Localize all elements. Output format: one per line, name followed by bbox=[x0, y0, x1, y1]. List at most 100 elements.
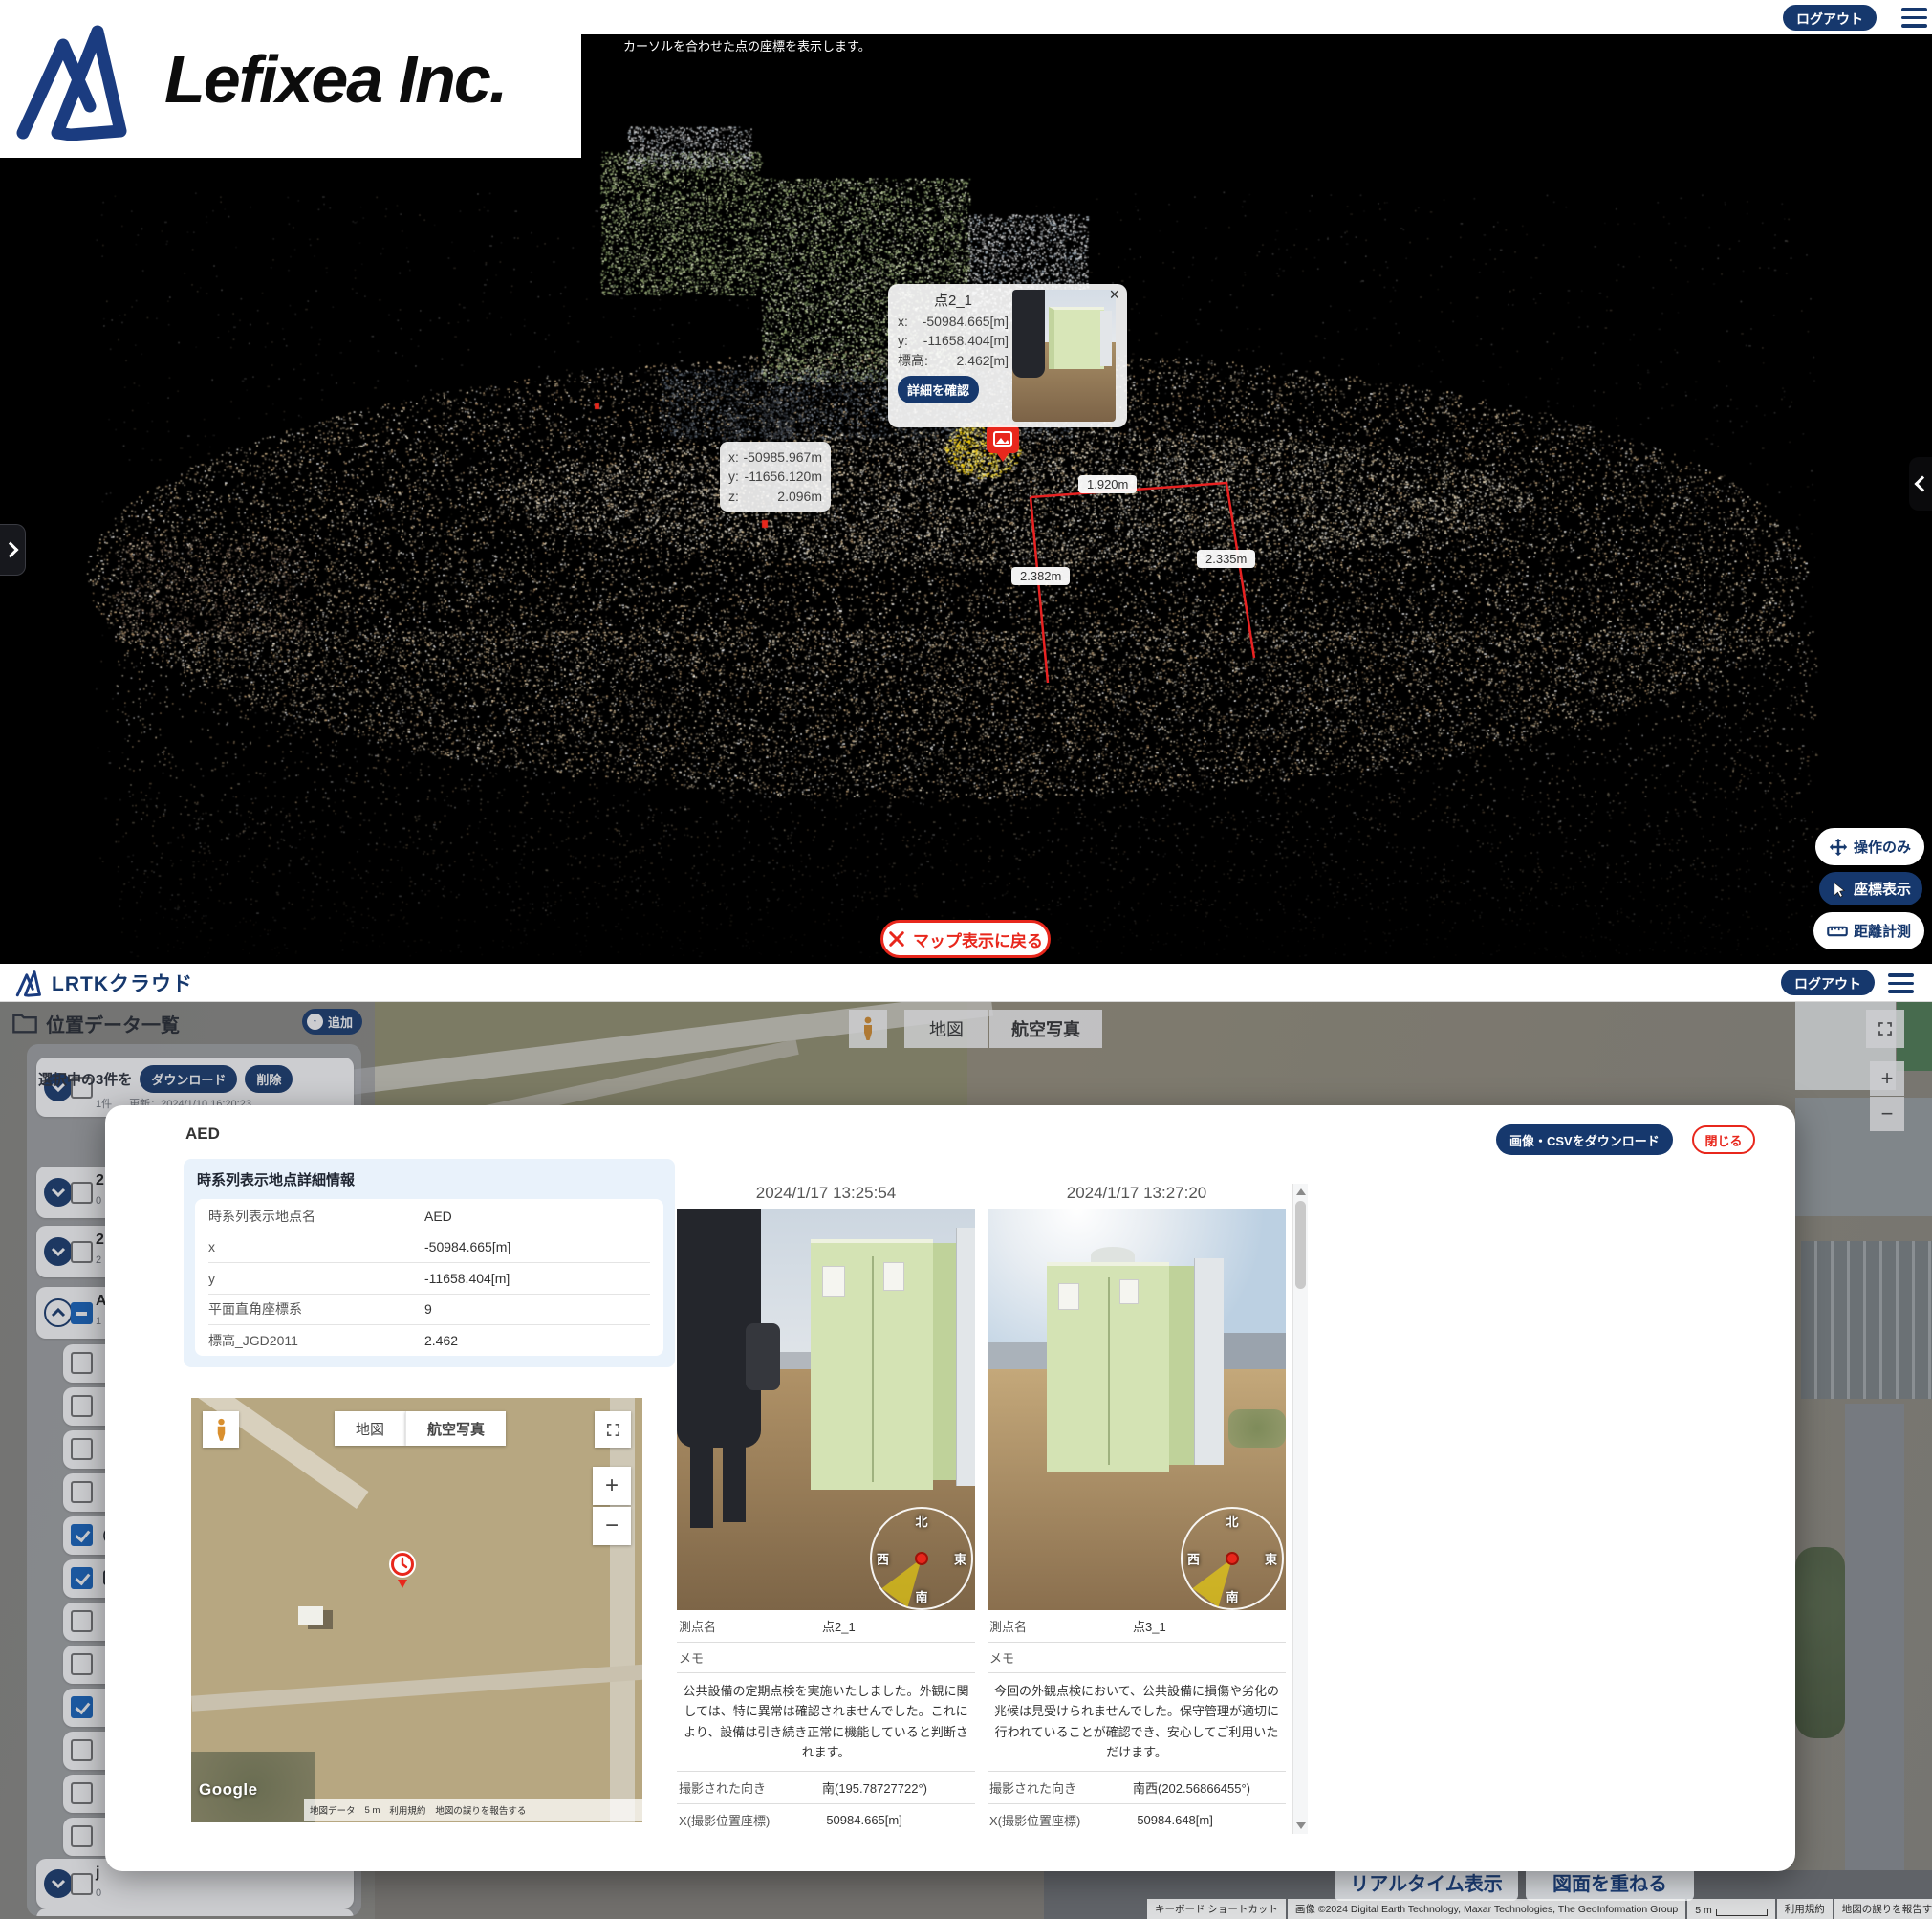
minimap-marker[interactable] bbox=[388, 1551, 417, 1589]
item-checkbox[interactable] bbox=[71, 1825, 93, 1847]
survey-photo[interactable]: 北 東 南 西 bbox=[677, 1209, 975, 1610]
menu-icon[interactable] bbox=[1901, 8, 1927, 28]
photo-shed-door bbox=[1108, 1277, 1110, 1465]
app-brand-name: LRTKクラウド bbox=[52, 969, 193, 997]
pointcloud-viewer[interactable]: 1.920m 2.335m 2.382m x:-50985.967m y:-11… bbox=[0, 0, 1932, 964]
direction-value: 南(195.78727722°) bbox=[822, 1778, 927, 1797]
minimap-type-aerial-button[interactable]: 航空写真 bbox=[405, 1411, 506, 1446]
point-name-label: 測点名 bbox=[989, 1617, 1133, 1635]
photo-vending bbox=[1194, 1258, 1224, 1465]
cursor-coordinate-tooltip: x:-50985.967m y:-11656.120m z:2.096m bbox=[720, 442, 831, 512]
detail-confirm-button[interactable]: 詳細を確認 bbox=[898, 376, 979, 403]
terms-link[interactable]: 利用規約 bbox=[1777, 1899, 1833, 1919]
point-photo-thumbnail[interactable] bbox=[1012, 290, 1116, 422]
left-panel-expander[interactable] bbox=[0, 524, 26, 576]
fullscreen-icon bbox=[1877, 1020, 1894, 1037]
photo-marker-pin[interactable] bbox=[987, 425, 1019, 453]
pegman-control[interactable] bbox=[849, 1010, 887, 1048]
image-icon bbox=[993, 431, 1012, 447]
company-name: Lefixea Inc. bbox=[164, 41, 506, 118]
location-minimap[interactable]: 地図 航空写真 + − Google 地図データ 5 m 利用規約 地図の誤りを… bbox=[191, 1398, 642, 1822]
scrollbar-thumb[interactable] bbox=[1295, 1201, 1306, 1289]
menu-icon[interactable] bbox=[1888, 973, 1914, 993]
group-checkbox-indeterminate[interactable] bbox=[71, 1302, 93, 1324]
photo-bush bbox=[1228, 1409, 1286, 1448]
photo-shed-side bbox=[1169, 1266, 1194, 1465]
group-checkbox[interactable] bbox=[71, 1873, 93, 1895]
group-checkbox[interactable] bbox=[71, 1241, 93, 1263]
add-data-button[interactable]: ↑ 追加 bbox=[302, 1009, 362, 1035]
point-popup: 点2_1 x:-50984.665[m] y:-11658.404[m] 標高:… bbox=[888, 284, 1127, 427]
photo-shed-door bbox=[872, 1256, 874, 1482]
upload-icon: ↑ bbox=[307, 1014, 323, 1030]
minimap-zoom-in-button[interactable]: + bbox=[593, 1467, 631, 1505]
minimap-report-link[interactable]: 地図の誤りを報告する bbox=[435, 1803, 526, 1817]
photo-datetime: 2024/1/17 13:27:20 bbox=[988, 1184, 1286, 1207]
map-zoom-out-button[interactable]: − bbox=[1870, 1097, 1904, 1131]
item-checkbox-checked[interactable] bbox=[71, 1696, 93, 1718]
map-zoom-in-button[interactable]: + bbox=[1870, 1061, 1904, 1096]
download-image-csv-button[interactable]: 画像・CSVをダウンロード bbox=[1496, 1124, 1673, 1155]
item-checkbox-checked[interactable] bbox=[71, 1567, 93, 1589]
download-selected-button[interactable]: ダウンロード bbox=[140, 1065, 237, 1093]
item-checkbox[interactable] bbox=[71, 1395, 93, 1417]
right-panel-expander[interactable] bbox=[1909, 457, 1932, 511]
minimap-attribution: 地図データ 5 m 利用規約 地図の誤りを報告する bbox=[304, 1799, 642, 1821]
page: 1.920m 2.335m 2.382m x:-50985.967m y:-11… bbox=[0, 0, 1932, 1919]
minimap-terms-link[interactable]: 利用規約 bbox=[389, 1803, 425, 1817]
scroll-up-arrow[interactable] bbox=[1296, 1188, 1306, 1195]
pegman-control[interactable] bbox=[203, 1411, 239, 1448]
tool-pan-only[interactable]: 操作のみ bbox=[1815, 828, 1924, 865]
back-to-map-button[interactable]: マップ表示に戻る bbox=[880, 920, 1051, 958]
item-checkbox[interactable] bbox=[71, 1782, 93, 1804]
minimap-zoom-out-button[interactable]: − bbox=[593, 1507, 631, 1545]
scroll-down-arrow[interactable] bbox=[1296, 1822, 1306, 1829]
chevron-left-icon bbox=[1915, 476, 1931, 492]
minimap-fullscreen-control[interactable] bbox=[595, 1411, 631, 1448]
item-checkbox[interactable] bbox=[71, 1438, 93, 1460]
app-logo: LRTKクラウド bbox=[15, 969, 193, 997]
point-name-value: 点3_1 bbox=[1133, 1617, 1166, 1635]
memo-label: メモ bbox=[988, 1643, 1286, 1673]
minimap-path bbox=[191, 1664, 642, 1711]
group-checkbox[interactable] bbox=[71, 1182, 93, 1204]
google-logo: Google bbox=[199, 1780, 258, 1799]
data-group-row[interactable]: 20240117 5件更新：2024/1/17 11:26:21 bbox=[36, 1908, 354, 1916]
item-checkbox[interactable] bbox=[71, 1739, 93, 1761]
item-checkbox[interactable] bbox=[71, 1610, 93, 1632]
tool-coordinate-display[interactable]: 座標表示 bbox=[1817, 870, 1924, 907]
photo-bag bbox=[746, 1323, 780, 1390]
map-road-vertical bbox=[1845, 1404, 1904, 1919]
logout-button[interactable]: ログアウト bbox=[1781, 970, 1875, 995]
point-name-value: 点2_1 bbox=[822, 1617, 856, 1635]
ruler-icon bbox=[1827, 923, 1848, 940]
photo-scrollbar[interactable] bbox=[1292, 1184, 1308, 1834]
tool-distance-measure[interactable]: 距離計測 bbox=[1813, 912, 1924, 949]
close-icon[interactable]: × bbox=[1109, 286, 1119, 303]
fullscreen-control[interactable] bbox=[1866, 1010, 1904, 1048]
item-checkbox-checked[interactable] bbox=[71, 1524, 93, 1546]
close-modal-button[interactable]: 閉じる bbox=[1692, 1125, 1755, 1154]
logout-button[interactable]: ログアウト bbox=[1783, 5, 1877, 31]
x-icon bbox=[888, 930, 905, 948]
item-checkbox[interactable] bbox=[71, 1653, 93, 1675]
map-type-map-button[interactable]: 地図 bbox=[904, 1010, 988, 1048]
photo-entry: 2024/1/17 13:27:20 北 bbox=[988, 1184, 1286, 1834]
folder-icon bbox=[11, 1012, 38, 1035]
photo-poster bbox=[1058, 1283, 1079, 1310]
photo-timeline[interactable]: 2024/1/17 13:25:54 bbox=[673, 1184, 1308, 1834]
report-error-link[interactable]: 地図の誤りを報告する bbox=[1834, 1899, 1932, 1919]
map-type-aerial-button[interactable]: 航空写真 bbox=[989, 1010, 1102, 1048]
direction-label: 撮影された向き bbox=[679, 1778, 822, 1797]
photo-datetime: 2024/1/17 13:25:54 bbox=[677, 1184, 975, 1207]
measure-label-1: 1.920m bbox=[1078, 475, 1137, 493]
minimap-building bbox=[298, 1606, 323, 1625]
keyboard-shortcuts-link[interactable]: キーボード ショートカット bbox=[1147, 1899, 1286, 1919]
delete-selected-button[interactable]: 削除 bbox=[245, 1065, 293, 1093]
minimap-type-map-button[interactable]: 地図 bbox=[335, 1411, 405, 1446]
item-checkbox[interactable] bbox=[71, 1352, 93, 1374]
survey-photo[interactable]: 北 東 南 西 bbox=[988, 1209, 1286, 1610]
item-checkbox[interactable] bbox=[71, 1481, 93, 1503]
thumb-shed bbox=[1049, 307, 1104, 369]
lrtk-logo-icon bbox=[15, 969, 44, 997]
